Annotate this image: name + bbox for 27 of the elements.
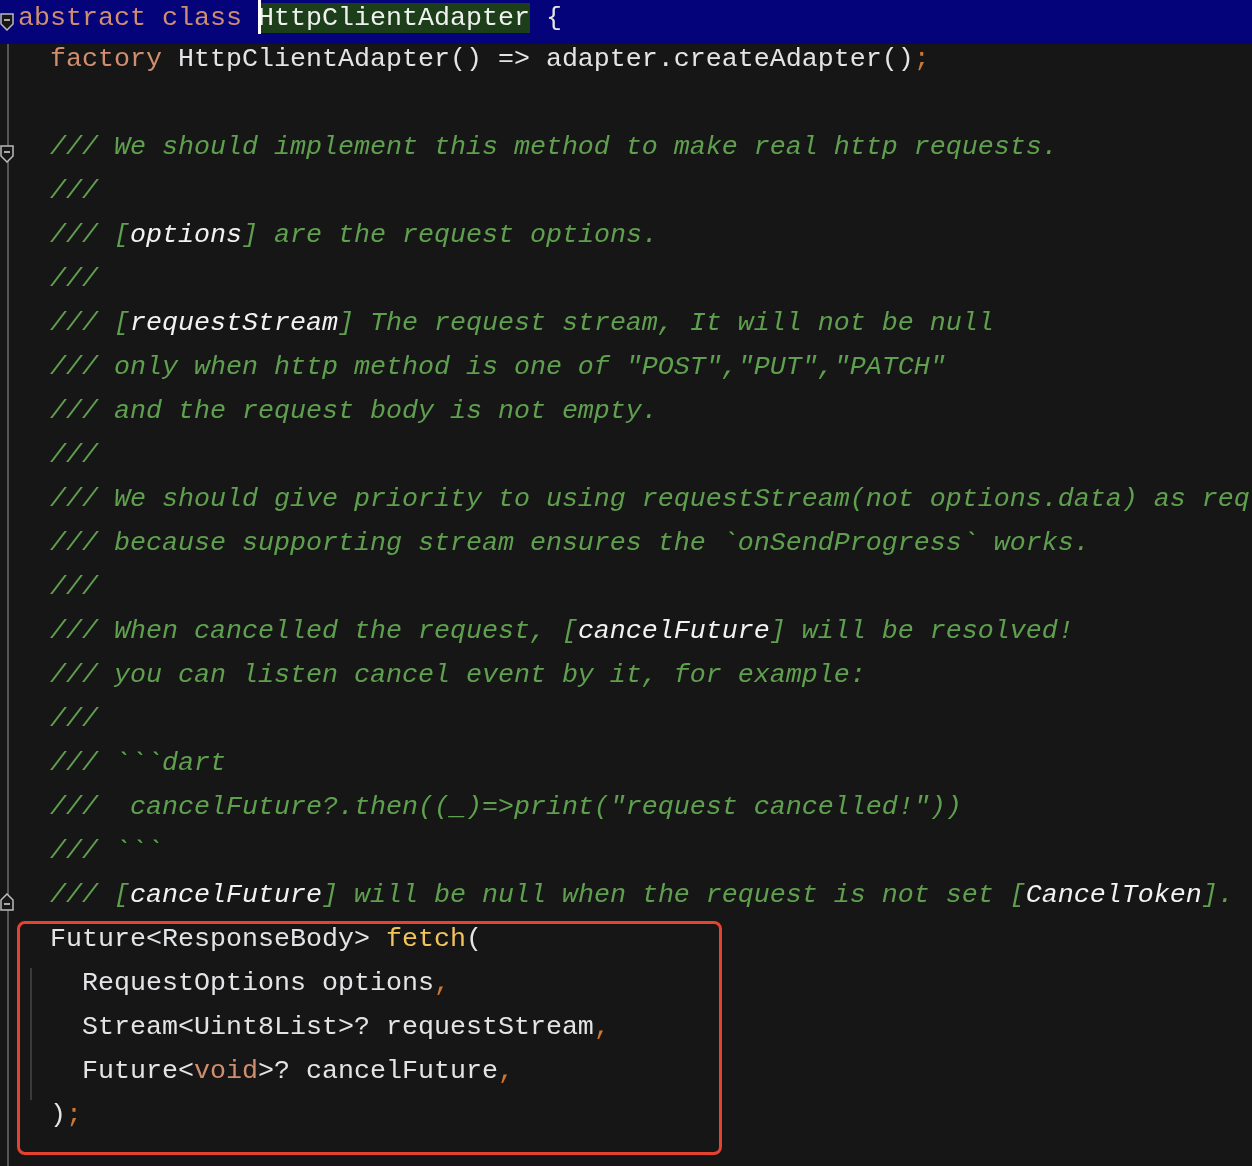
- code-line: /// you can listen cancel event by it, for example:: [49, 660, 867, 692]
- code-line: Stream<Uint8List>? requestStream,: [81, 1012, 611, 1044]
- code-line: factory HttpClientAdapter() => adapter.createAdapter();: [49, 44, 931, 76]
- code-line: ///: [49, 176, 100, 208]
- code-line: /// [requestStream] The request stream, It will not be null: [49, 308, 995, 340]
- fold-icon[interactable]: [0, 893, 14, 911]
- code-line: ///: [49, 572, 100, 604]
- code-line: ///: [49, 704, 100, 736]
- code-line: ///: [49, 440, 100, 472]
- code-line: /// [cancelFuture] will be null when the request is not set [CancelToken].: [49, 880, 1235, 912]
- code-line: /// ```: [49, 836, 163, 868]
- code-line: /// When cancelled the request, [cancelFuture] will be resolved!: [49, 616, 1075, 648]
- code-line: );: [49, 1100, 83, 1132]
- code-line: ///: [49, 264, 100, 296]
- fold-icon[interactable]: [0, 13, 14, 31]
- code-line: /// only when http method is one of "POST","PUT","PATCH": [49, 352, 947, 384]
- code-line: Future<void>? cancelFuture,: [81, 1056, 515, 1088]
- code-line: /// ```dart: [49, 748, 227, 780]
- code-line: /// [options] are the request options.: [49, 220, 659, 252]
- code-line: /// cancelFuture?.then((_)=>print("request cancelled!")): [49, 792, 963, 824]
- code-line: Future<ResponseBody> fetch(: [49, 924, 483, 956]
- code-line: /// We should implement this method to make real http requests.: [49, 132, 1059, 164]
- fold-icon[interactable]: [0, 145, 14, 163]
- code-line: /// and the request body is not empty.: [49, 396, 659, 428]
- code-line: /// We should give priority to using requestStream(not options.data) as req: [49, 484, 1251, 516]
- code-line: RequestOptions options,: [81, 968, 451, 1000]
- code-line: /// because supporting stream ensures the `onSendProgress` works.: [49, 528, 1091, 560]
